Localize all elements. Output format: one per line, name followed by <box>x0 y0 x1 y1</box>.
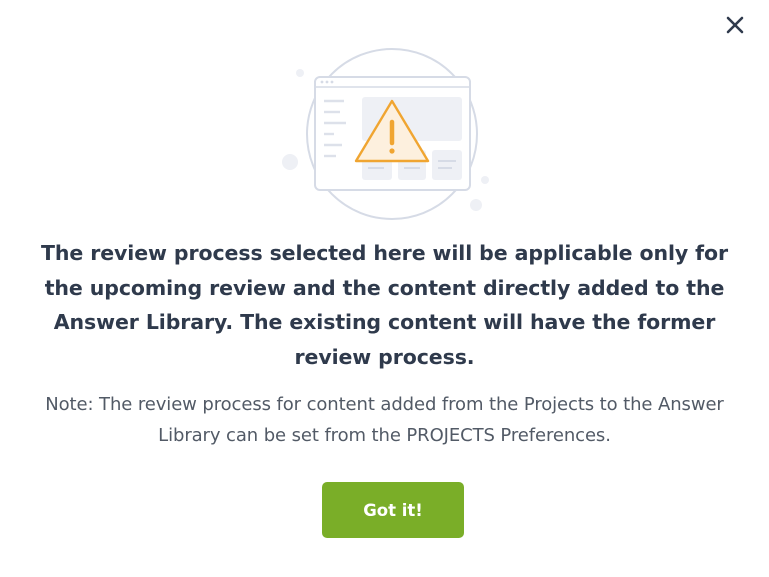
dialog-note: Note: The review process for content add… <box>45 394 724 446</box>
info-dialog: The review process selected here will be… <box>0 0 769 577</box>
dialog-headline: The review process selected here will be… <box>41 241 728 369</box>
browser-warning-illustration <box>282 48 489 220</box>
close-button[interactable] <box>722 12 748 38</box>
got-it-button[interactable]: Got it! <box>322 482 464 538</box>
close-icon <box>726 16 744 34</box>
